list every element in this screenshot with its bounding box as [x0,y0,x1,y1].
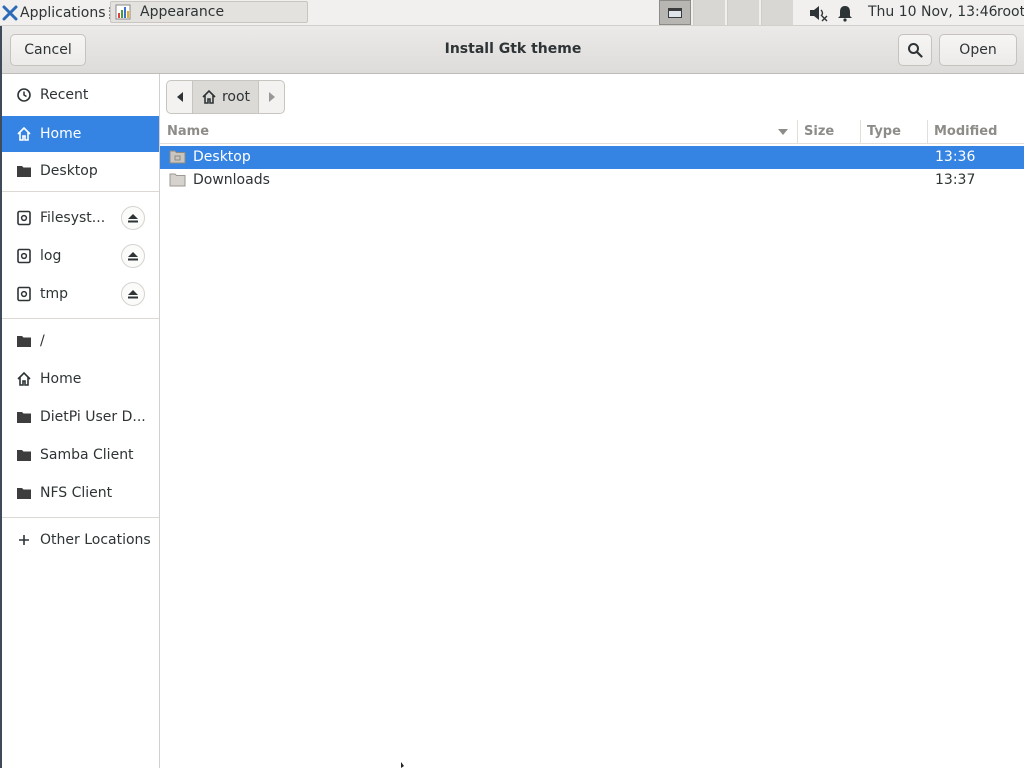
sidebar-item-log[interactable]: log [2,238,159,274]
folder-icon [17,488,31,499]
search-icon [908,43,923,58]
user-menu[interactable]: root [997,4,1024,20]
drive-icon [17,248,31,264]
sidebar-item-other-locations[interactable]: Other Locations [2,522,159,558]
home-icon [17,371,31,386]
eject-icon [128,214,138,223]
path-crumb-label: root [221,89,251,105]
appearance-app-icon [115,4,131,20]
column-name[interactable]: Name [167,120,797,143]
file-chooser-dialog: Cancel Install Gtk theme Open Recent Hom… [0,26,1024,768]
window-thumbnail-icon [668,8,682,18]
bell-icon[interactable] [836,4,854,22]
sidebar-item-tmp[interactable]: tmp [2,276,159,312]
file-name: Downloads [193,172,270,188]
xfce-logo-icon [0,0,20,25]
sort-descending-icon [778,129,788,135]
column-header: Name Size Type Modified [160,120,1024,144]
workspace-4[interactable] [761,0,793,25]
file-modified: 13:37 [935,172,976,188]
workspace-1[interactable] [659,0,691,25]
column-type-label: Type [867,124,901,139]
sidebar-item-label: Samba Client [40,447,134,463]
sidebar-item-desktop[interactable]: Desktop [2,153,159,189]
home-icon [202,89,216,104]
file-modified: 13:36 [935,149,976,165]
column-size-label: Size [804,124,835,139]
plus-icon [19,535,29,545]
column-modified-label: Modified [934,124,998,139]
sidebar-item-filesystem[interactable]: Filesyst... [2,200,159,236]
folder-icon [17,336,31,347]
drive-icon [17,286,31,302]
eject-icon [128,290,138,299]
open-button[interactable]: Open [939,34,1017,66]
sidebar-item-root[interactable]: / [2,323,159,359]
sidebar-separator [2,318,159,319]
eject-button[interactable] [121,282,145,306]
column-modified[interactable]: Modified [927,120,1024,143]
sidebar-item-label: / [40,333,45,349]
file-row-downloads[interactable]: Downloads 13:37 [160,169,1024,192]
eject-button[interactable] [121,206,145,230]
folder-icon [17,450,31,461]
drive-icon [17,210,31,226]
sidebar-item-label: Other Locations [40,532,151,548]
folder-desktop-icon [169,150,186,164]
column-type[interactable]: Type [860,120,927,143]
path-bar: root [166,80,285,114]
file-list: Name Size Type Modified Desktop 13:36 Do… [160,120,1024,768]
applications-label: Applications [20,4,106,21]
sidebar-item-label: Recent [40,87,89,103]
folder-icon [17,166,31,177]
places-sidebar: Recent Home Desktop Filesyst... log tmp … [2,74,160,768]
dialog-title: Install Gtk theme [444,41,582,57]
sidebar-item-home-bookmark[interactable]: Home [2,361,159,397]
eject-icon [128,252,138,261]
column-name-label: Name [167,124,210,139]
sidebar-item-label: NFS Client [40,485,113,501]
applications-menu-button[interactable]: Applications [0,0,117,25]
sidebar-item-samba-client[interactable]: Samba Client [2,437,159,473]
workspace-2[interactable] [693,0,725,25]
sidebar-item-label: log [40,248,62,264]
sidebar-item-label: Home [40,126,82,142]
sidebar-item-label: tmp [40,286,69,302]
folder-icon [17,412,31,423]
sidebar-item-recent[interactable]: Recent [2,77,159,113]
workspace-3[interactable] [727,0,759,25]
sidebar-item-label: Desktop [40,163,98,179]
top-panel: Applications Appearance Thu 10 Nov, 13:4… [0,0,1024,26]
file-name: Desktop [193,149,251,165]
sidebar-item-label: Home [40,371,82,387]
column-size[interactable]: Size [797,120,860,143]
sidebar-item-dietpi-user-data[interactable]: DietPi User D... [2,399,159,435]
sidebar-item-nfs-client[interactable]: NFS Client [2,475,159,511]
taskbar-button-appearance[interactable]: Appearance [110,1,308,23]
taskbar-label: Appearance [140,4,225,20]
sidebar-item-home[interactable]: Home [2,116,159,152]
chevron-right-icon [268,92,275,102]
header-bar: Cancel Install Gtk theme Open [2,26,1024,74]
volume-muted-icon[interactable] [808,4,828,22]
mouse-cursor-icon [401,762,404,768]
clock-icon [17,88,31,102]
path-forward-button[interactable] [259,81,284,113]
eject-button[interactable] [121,244,145,268]
chevron-left-icon [176,92,183,102]
search-button[interactable] [898,34,932,66]
sidebar-separator [2,517,159,518]
sidebar-item-label: Filesyst... [40,210,106,226]
folder-icon [169,173,186,187]
path-back-button[interactable] [167,81,192,113]
home-icon [17,126,31,141]
sidebar-item-label: DietPi User D... [40,409,146,425]
path-crumb-root[interactable]: root [192,81,259,113]
file-row-desktop[interactable]: Desktop 13:36 [160,146,1024,169]
clock[interactable]: Thu 10 Nov, 13:46 [868,4,998,20]
sidebar-separator [2,191,159,192]
